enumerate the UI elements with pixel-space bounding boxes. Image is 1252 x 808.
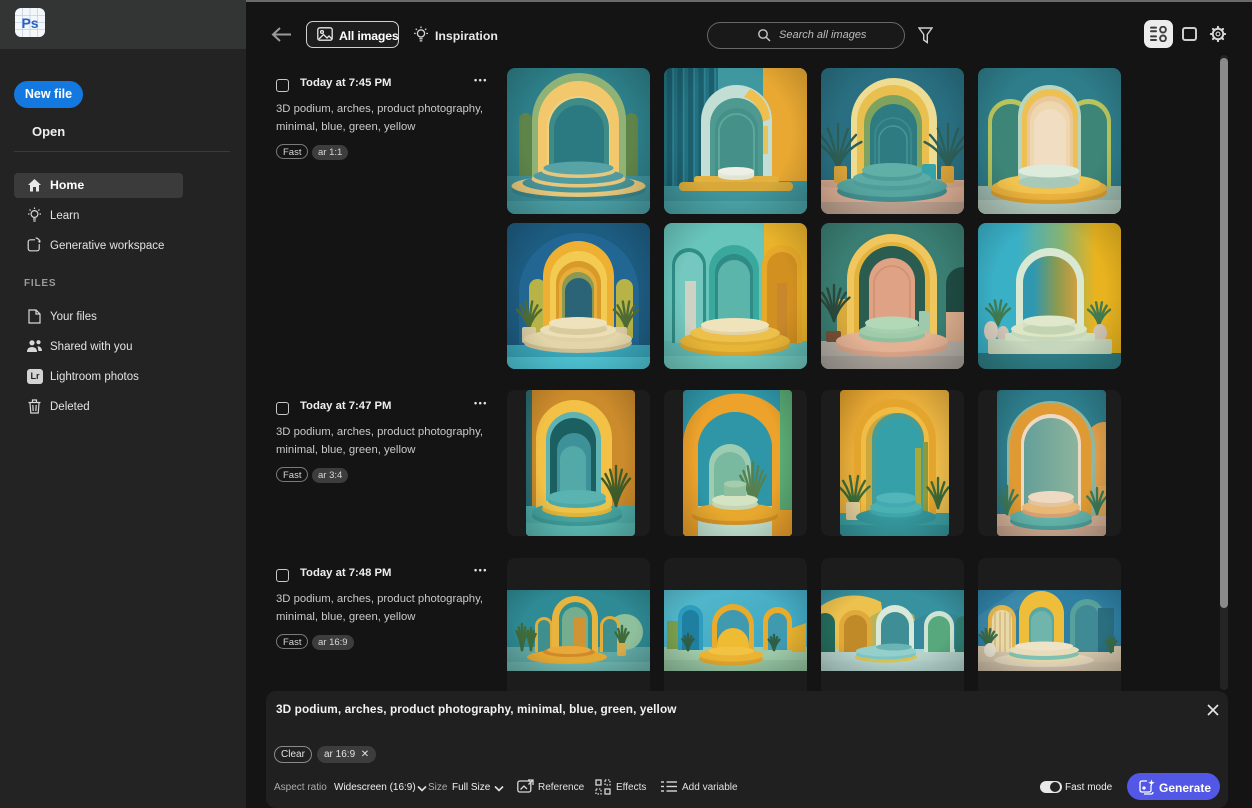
svg-text:Ps: Ps [21, 15, 38, 31]
